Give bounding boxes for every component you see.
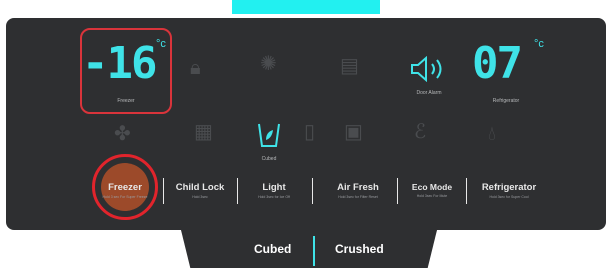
light-label: Light: [262, 182, 286, 193]
fridge-temperature: 07: [472, 38, 523, 89]
eco-mode-hint: Hold 3sec For Mute: [416, 194, 448, 198]
freezer-button-hint: Hold 3 sec For Super Freeze: [102, 195, 148, 199]
fridge-display-label: Refrigerator: [492, 98, 520, 104]
air-fresh-hint: Hold 3sec for Filter Reset: [338, 195, 378, 199]
divider: [163, 178, 164, 204]
eco-mode-label: Eco Mode: [411, 182, 453, 192]
light-hint: Hold 3sec for Ice Off: [258, 195, 290, 199]
cubed-button[interactable]: Cubed: [254, 242, 291, 256]
freezer-display-label: Freezer: [117, 98, 135, 104]
ice-tray-icon: ▦: [194, 121, 213, 143]
drop-icon: 💧︎: [488, 123, 496, 145]
speaker-icon: [410, 55, 448, 87]
dispenser-panel: [180, 226, 438, 268]
refrigerator-button[interactable]: Refrigerator Hold 3sec for Super Cool: [476, 182, 542, 199]
refrigerator-hint: Hold 3sec for Super Cool: [489, 195, 529, 199]
door-alarm-label: Door Alarm: [416, 90, 442, 96]
fridge-unit: °c: [534, 38, 544, 50]
freezer-unit: °c: [156, 38, 166, 50]
eco-icon: ℰ: [414, 121, 427, 143]
crushed-button[interactable]: Crushed: [335, 242, 384, 256]
child-lock-button[interactable]: Child Lock Hold 3sec: [172, 182, 228, 199]
child-lock-label: Child Lock: [175, 182, 225, 193]
freezer-temperature: -16: [82, 38, 157, 89]
freezer-button-label: Freezer: [108, 182, 142, 193]
cup-icon: [256, 120, 282, 155]
refrigerator-label: Refrigerator: [481, 182, 537, 193]
air-fresh-button[interactable]: Air Fresh Hold 3sec for Filter Reset: [328, 182, 388, 199]
dispense-divider: [313, 236, 315, 266]
light-button[interactable]: Light Hold 3sec for Ice Off: [248, 182, 300, 199]
filter-icon: ▤: [340, 55, 359, 77]
divider: [466, 178, 467, 204]
fan-icon: ✤: [114, 123, 131, 145]
divider: [312, 178, 313, 204]
freezer-button[interactable]: Freezer Hold 3 sec For Super Freeze: [100, 182, 150, 199]
water-icon: ▯: [304, 121, 316, 143]
divider: [397, 178, 398, 204]
cubed-icon-label: Cubed: [261, 156, 277, 162]
crushed-icon: ▣: [344, 121, 363, 143]
eco-mode-button[interactable]: Eco Mode Hold 3sec For Mute: [408, 182, 456, 198]
top-highlight-bar: [232, 0, 380, 14]
air-fresh-label: Air Fresh: [337, 182, 379, 193]
divider: [237, 178, 238, 204]
lock-icon: 🔒︎: [190, 57, 201, 79]
bulb-icon: ✺: [260, 53, 277, 75]
child-lock-hint: Hold 3sec: [192, 195, 208, 199]
